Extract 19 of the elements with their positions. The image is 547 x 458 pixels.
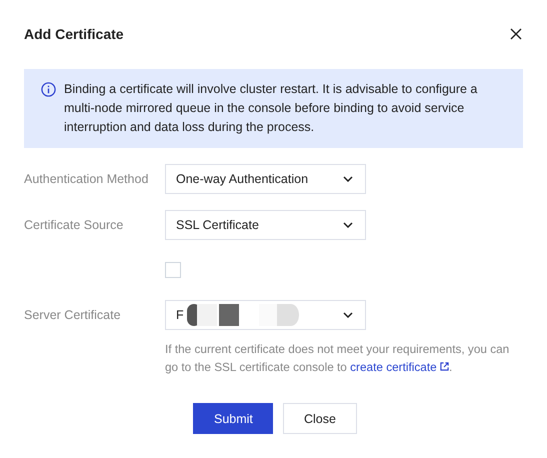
dialog-title: Add Certificate: [24, 26, 124, 42]
submit-button[interactable]: Submit: [193, 403, 273, 434]
close-button[interactable]: Close: [283, 403, 357, 434]
external-link-icon: [440, 362, 449, 371]
caret-icon: [343, 312, 353, 318]
select-field[interactable]: F: [165, 300, 366, 330]
field-label: Certificate Source: [24, 217, 124, 234]
create-certificate-link[interactable]: create certificate: [350, 360, 449, 374]
alert-text: Binding a certificate will involve cluster restart. It is advisable to configure a multi-node mirrored queue in the console before binding to avoid service interruption and data loss during the process.: [64, 81, 478, 136]
field-label: Authentication Method: [24, 171, 150, 188]
caret-icon: [343, 222, 353, 228]
close-icon[interactable]: [510, 28, 522, 40]
field-label: Server Certificate: [24, 307, 122, 324]
help-text: If the current certificate does not meet your requirements, you can go to the SSL certificate console to create certificate .: [165, 341, 510, 376]
select-field[interactable]: SSL Certificate: [165, 210, 366, 240]
info-icon: [41, 82, 56, 97]
caret-icon: [343, 176, 353, 182]
select-field[interactable]: One-way Authentication: [165, 164, 366, 194]
checkbox[interactable]: [165, 262, 181, 278]
